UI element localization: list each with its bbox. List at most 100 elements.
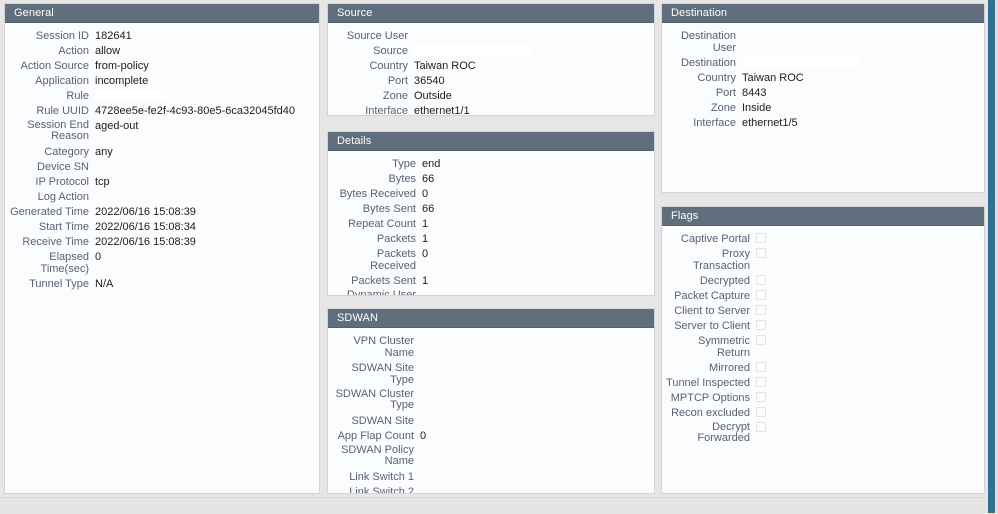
- field-row: Server to Client: [666, 320, 980, 332]
- panel-sdwan-title: SDWAN: [328, 309, 654, 328]
- field-label: Client to Server: [674, 305, 750, 317]
- field-row: IP Protocol tcp: [9, 176, 315, 188]
- panel-sdwan: SDWAN VPN Cluster Name SDWAN Site Type SDW…: [327, 308, 655, 494]
- panel-source-body: Source User Source Country Taiwan ROC Port 36…: [328, 23, 654, 115]
- field-row: SDWAN Policy Name: [332, 445, 650, 467]
- field-label: Session End Reason: [27, 119, 89, 142]
- flag-checkbox[interactable]: [756, 362, 766, 372]
- field-label: VPN Cluster Name: [353, 335, 414, 359]
- flag-checkbox[interactable]: [756, 392, 766, 402]
- flag-checkbox[interactable]: [756, 305, 766, 315]
- panel-flags: Flags Captive Portal Proxy Transaction Dec…: [661, 206, 985, 494]
- field-row: Packets Sent 1: [332, 275, 650, 287]
- panel-destination-body: Destination User Destination Country Taiwan…: [662, 23, 984, 192]
- field-value: Taiwan ROC: [742, 72, 804, 84]
- field-row: Packets 1: [332, 233, 650, 245]
- panel-details: Details Type end Bytes 66 Bytes Received 0 Byt…: [327, 131, 655, 296]
- field-label: Zone: [710, 102, 736, 114]
- field-value: aged-out: [95, 120, 139, 132]
- field-label: Start Time: [38, 221, 89, 233]
- panel-flags-body: Captive Portal Proxy Transaction Decrypted…: [662, 226, 984, 493]
- field-row: SDWAN Site: [332, 415, 650, 427]
- field-label: Link Switch 1: [349, 471, 414, 483]
- field-row: Port 8443: [666, 87, 980, 99]
- field-label: Category: [44, 146, 89, 158]
- flag-checkbox[interactable]: [756, 320, 766, 330]
- field-value: 1: [422, 218, 429, 230]
- field-row: Action allow: [9, 45, 315, 57]
- field-value: 1: [422, 233, 429, 245]
- field-row: Session ID 182641: [9, 30, 315, 42]
- field-label: Tunnel Inspected: [666, 377, 750, 389]
- panel-details-body: Type end Bytes 66 Bytes Received 0 Bytes Sent 6…: [328, 151, 654, 295]
- field-label: Captive Portal: [680, 233, 750, 245]
- field-label: Zone: [382, 90, 408, 102]
- field-row: Source User: [332, 30, 650, 42]
- panel-sdwan-body: VPN Cluster Name SDWAN Site Type SDWAN Clu…: [328, 328, 654, 493]
- field-label: SDWAN Cluster Type: [335, 388, 414, 411]
- flag-checkbox[interactable]: [756, 335, 766, 345]
- field-label: Port: [715, 87, 736, 99]
- field-row: Interface ethernet1/1: [332, 105, 650, 115]
- field-label: Decrypted: [699, 275, 750, 287]
- panel-details-title: Details: [328, 132, 654, 151]
- field-row: Action Source from-policy: [9, 60, 315, 72]
- field-value: 0: [422, 188, 429, 200]
- field-row: SDWAN Cluster Type: [332, 389, 650, 411]
- flag-checkbox[interactable]: [756, 275, 766, 285]
- field-label: Country: [697, 72, 736, 84]
- field-label: Log Action: [37, 191, 89, 203]
- field-label: Action Source: [20, 60, 89, 72]
- field-row: Source: [332, 45, 650, 57]
- field-row: SDWAN Site Type: [332, 362, 650, 386]
- field-row: Log Action: [9, 191, 315, 203]
- field-row: Zone Inside: [666, 102, 980, 114]
- flag-checkbox[interactable]: [756, 407, 766, 417]
- field-label: Repeat Count: [348, 218, 416, 230]
- field-value: Outside: [414, 90, 452, 102]
- flag-checkbox[interactable]: [756, 248, 766, 258]
- panel-source-title: Source: [328, 4, 654, 23]
- field-label: Decrypt Forwarded: [697, 421, 750, 444]
- field-label: Rule: [66, 90, 89, 102]
- field-value: 36540: [414, 75, 445, 87]
- field-value: Taiwan ROC: [414, 60, 476, 72]
- field-row: Captive Portal: [666, 233, 980, 245]
- field-row: Link Switch 1: [332, 471, 650, 483]
- flag-checkbox[interactable]: [756, 377, 766, 387]
- panel-destination: Destination Destination User Destination C…: [661, 3, 985, 193]
- panel-source: Source Source User Source Country Taiwan RO…: [327, 3, 655, 116]
- flag-checkbox[interactable]: [756, 233, 766, 243]
- field-label: Rule UUID: [36, 105, 89, 117]
- field-label: SDWAN Site: [351, 415, 414, 427]
- field-row: Proxy Transaction: [666, 248, 980, 272]
- field-row: Country Taiwan ROC: [666, 72, 980, 84]
- field-value: ethernet1/5: [742, 117, 798, 129]
- flag-checkbox[interactable]: [756, 422, 766, 432]
- field-value: allow: [95, 45, 121, 57]
- field-value: Inside: [742, 102, 772, 114]
- field-row: Decrypt Forwarded: [666, 422, 980, 444]
- field-value: 0: [422, 248, 429, 260]
- field-label: Device SN: [37, 161, 89, 173]
- field-label: Server to Client: [674, 320, 750, 332]
- field-label: Session ID: [35, 30, 89, 42]
- field-label: App Flap Count: [337, 430, 414, 442]
- field-row: Repeat Count 1: [332, 218, 650, 230]
- panel-general-title: General: [5, 4, 319, 23]
- flag-checkbox[interactable]: [756, 290, 766, 300]
- field-row: Elapsed Time(sec) 0: [9, 251, 315, 275]
- field-value: tcp: [95, 176, 110, 188]
- vertical-scrollbar[interactable]: [988, 0, 995, 513]
- field-label: Country: [369, 60, 408, 72]
- field-row: Zone Outside: [332, 90, 650, 102]
- field-row: Destination User: [666, 30, 980, 54]
- field-label: SDWAN Policy Name: [341, 444, 414, 467]
- field-row: Symmetric Return: [666, 335, 980, 359]
- field-row: Port 36540: [332, 75, 650, 87]
- field-row: Link Switch 2: [332, 486, 650, 493]
- field-label: Proxy Transaction: [692, 248, 750, 272]
- field-row: Recon excluded: [666, 407, 980, 419]
- field-label: Interface: [693, 117, 736, 129]
- field-row: Generated Time 2022/06/16 15:08:39: [9, 206, 315, 218]
